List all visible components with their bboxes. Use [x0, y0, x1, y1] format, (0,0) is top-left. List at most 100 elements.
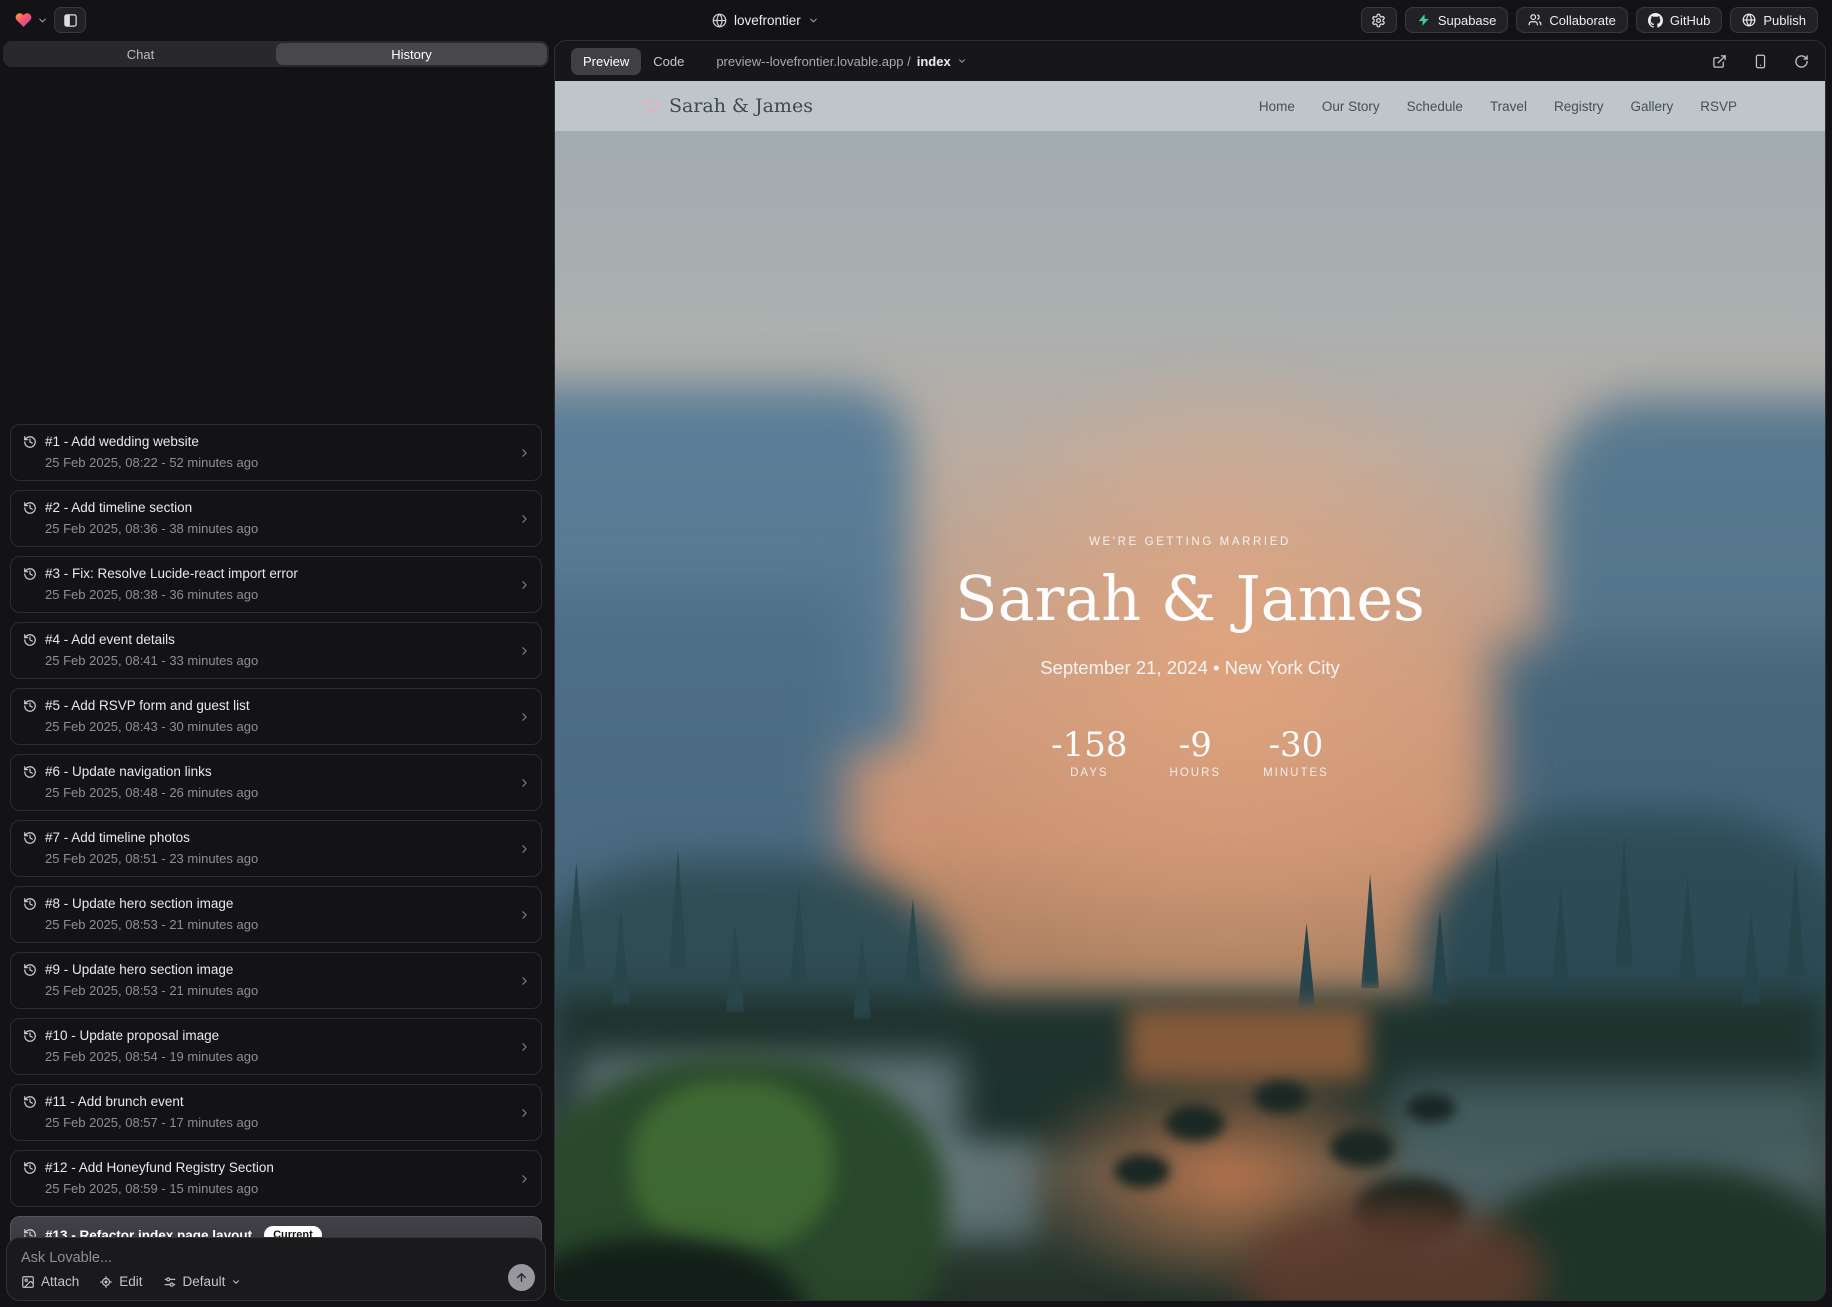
history-clock-icon	[23, 435, 37, 449]
tab-preview[interactable]: Preview	[571, 48, 641, 75]
chevron-right-icon[interactable]	[518, 1106, 531, 1119]
chevron-down-icon	[37, 15, 48, 26]
supabase-label: Supabase	[1438, 13, 1497, 28]
site-nav-link[interactable]: Schedule	[1407, 99, 1463, 114]
site-brand[interactable]: Sarah & James	[643, 95, 813, 117]
countdown: -158 DAYS -9 HOURS -30 MINUTES	[555, 725, 1825, 779]
chevron-right-icon[interactable]	[518, 710, 531, 723]
site-viewport: WE'RE GETTING MARRIED Sarah & James Sept…	[555, 81, 1825, 1300]
history-item[interactable]: #12 - Add Honeyfund Registry Section 25 …	[10, 1150, 542, 1207]
history-item[interactable]: #3 - Fix: Resolve Lucide-react import er…	[10, 556, 542, 613]
lovable-logo-menu[interactable]	[14, 11, 48, 29]
chevron-down-icon	[808, 15, 819, 26]
hero-content: WE'RE GETTING MARRIED Sarah & James Sept…	[555, 536, 1825, 779]
chevron-right-icon[interactable]	[518, 842, 531, 855]
send-button[interactable]	[508, 1264, 535, 1291]
history-item-row: #4 - Add event details	[23, 632, 529, 647]
arrow-up-icon	[515, 1271, 528, 1284]
history-item-timestamp: 25 Feb 2025, 08:57 - 17 minutes ago	[45, 1115, 529, 1130]
countdown-label: HOURS	[1170, 767, 1222, 779]
history-clock-icon	[23, 699, 37, 713]
chevron-right-icon[interactable]	[518, 1172, 531, 1185]
supabase-button[interactable]: Supabase	[1405, 7, 1509, 33]
history-item-title: #6 - Update navigation links	[45, 764, 212, 779]
history-item-row: #6 - Update navigation links	[23, 764, 529, 779]
chevron-right-icon[interactable]	[518, 512, 531, 525]
preview-url-page: index	[917, 54, 951, 69]
countdown-unit: -30 MINUTES	[1263, 725, 1329, 779]
history-item[interactable]: #5 - Add RSVP form and guest list 25 Feb…	[10, 688, 542, 745]
globe-icon	[712, 13, 727, 28]
site-brand-name: Sarah & James	[669, 95, 813, 117]
site-nav-link[interactable]: RSVP	[1700, 99, 1737, 114]
history-clock-icon	[23, 831, 37, 845]
settings-button[interactable]	[1361, 7, 1397, 33]
history-item[interactable]: #4 - Add event details 25 Feb 2025, 08:4…	[10, 622, 542, 679]
chevron-right-icon[interactable]	[518, 446, 531, 459]
open-external-icon[interactable]	[1712, 54, 1727, 69]
chevron-right-icon[interactable]	[518, 776, 531, 789]
chevron-right-icon[interactable]	[518, 908, 531, 921]
attach-button[interactable]: Attach	[21, 1274, 79, 1289]
history-clock-icon	[23, 567, 37, 581]
tab-history[interactable]: History	[276, 43, 547, 65]
sidebar-toggle-button[interactable]	[54, 7, 86, 33]
site-nav-link[interactable]: Registry	[1554, 99, 1604, 114]
publish-button[interactable]: Publish	[1730, 7, 1818, 33]
collaborate-button[interactable]: Collaborate	[1516, 7, 1628, 33]
site-nav-link[interactable]: Our Story	[1322, 99, 1380, 114]
preview-url[interactable]: preview--lovefrontier.lovable.app / inde…	[716, 54, 966, 69]
refresh-icon[interactable]	[1794, 54, 1809, 69]
chevron-right-icon[interactable]	[518, 1040, 531, 1053]
history-item-title: #7 - Add timeline photos	[45, 830, 190, 845]
history-item-row: #8 - Update hero section image	[23, 896, 529, 911]
chevron-down-icon	[231, 1277, 241, 1287]
site-nav: Home Our Story Schedule Travel Registry …	[1259, 99, 1737, 114]
site-nav-link[interactable]: Home	[1259, 99, 1295, 114]
mode-selector[interactable]: Default	[163, 1274, 242, 1289]
site-nav-link[interactable]: Gallery	[1630, 99, 1673, 114]
mode-label: Default	[183, 1274, 226, 1289]
chevron-right-icon[interactable]	[518, 578, 531, 591]
history-item[interactable]: #11 - Add brunch event 25 Feb 2025, 08:5…	[10, 1084, 542, 1141]
history-item-timestamp: 25 Feb 2025, 08:51 - 23 minutes ago	[45, 851, 529, 866]
prompt-box: Attach Edit Default	[6, 1237, 546, 1301]
attach-label: Attach	[41, 1274, 79, 1289]
history-item[interactable]: #9 - Update hero section image 25 Feb 20…	[10, 952, 542, 1009]
history-item-title: #10 - Update proposal image	[45, 1028, 219, 1043]
topbar-left	[14, 7, 86, 33]
mobile-view-icon[interactable]	[1753, 54, 1768, 69]
history-item-row: #9 - Update hero section image	[23, 962, 529, 977]
history-item-row: #7 - Add timeline photos	[23, 830, 529, 845]
tab-code[interactable]: Code	[641, 48, 696, 75]
history-item-title: #3 - Fix: Resolve Lucide-react import er…	[45, 566, 298, 581]
history-item-timestamp: 25 Feb 2025, 08:41 - 33 minutes ago	[45, 653, 529, 668]
edit-button[interactable]: Edit	[99, 1274, 142, 1289]
history-item-timestamp: 25 Feb 2025, 08:48 - 26 minutes ago	[45, 785, 529, 800]
history-item[interactable]: #2 - Add timeline section 25 Feb 2025, 0…	[10, 490, 542, 547]
history-item-row: #3 - Fix: Resolve Lucide-react import er…	[23, 566, 529, 581]
history-item[interactable]: #8 - Update hero section image 25 Feb 20…	[10, 886, 542, 943]
history-item[interactable]: #10 - Update proposal image 25 Feb 2025,…	[10, 1018, 542, 1075]
users-icon	[1528, 13, 1542, 27]
chevron-right-icon[interactable]	[518, 644, 531, 657]
history-item-title: #5 - Add RSVP form and guest list	[45, 698, 250, 713]
prompt-actions: Attach Edit Default	[21, 1274, 531, 1289]
tab-chat[interactable]: Chat	[5, 43, 276, 65]
chevron-right-icon[interactable]	[518, 974, 531, 987]
history-item[interactable]: #7 - Add timeline photos 25 Feb 2025, 08…	[10, 820, 542, 877]
edit-target-icon	[99, 1275, 113, 1289]
history-item[interactable]: #6 - Update navigation links 25 Feb 2025…	[10, 754, 542, 811]
project-switcher[interactable]: lovefrontier	[712, 0, 819, 40]
countdown-unit: -9 HOURS	[1170, 725, 1222, 779]
ask-lovable-input[interactable]	[21, 1250, 429, 1266]
site-nav-link[interactable]: Travel	[1490, 99, 1527, 114]
history-item-title: #9 - Update hero section image	[45, 962, 233, 977]
history-item[interactable]: #1 - Add wedding website 25 Feb 2025, 08…	[10, 424, 542, 481]
publish-globe-icon	[1742, 13, 1756, 27]
heart-icon	[643, 98, 660, 114]
history-item-row: #10 - Update proposal image	[23, 1028, 529, 1043]
github-button[interactable]: GitHub	[1636, 7, 1722, 33]
collaborate-label: Collaborate	[1549, 13, 1616, 28]
hero-eyebrow: WE'RE GETTING MARRIED	[555, 536, 1825, 548]
